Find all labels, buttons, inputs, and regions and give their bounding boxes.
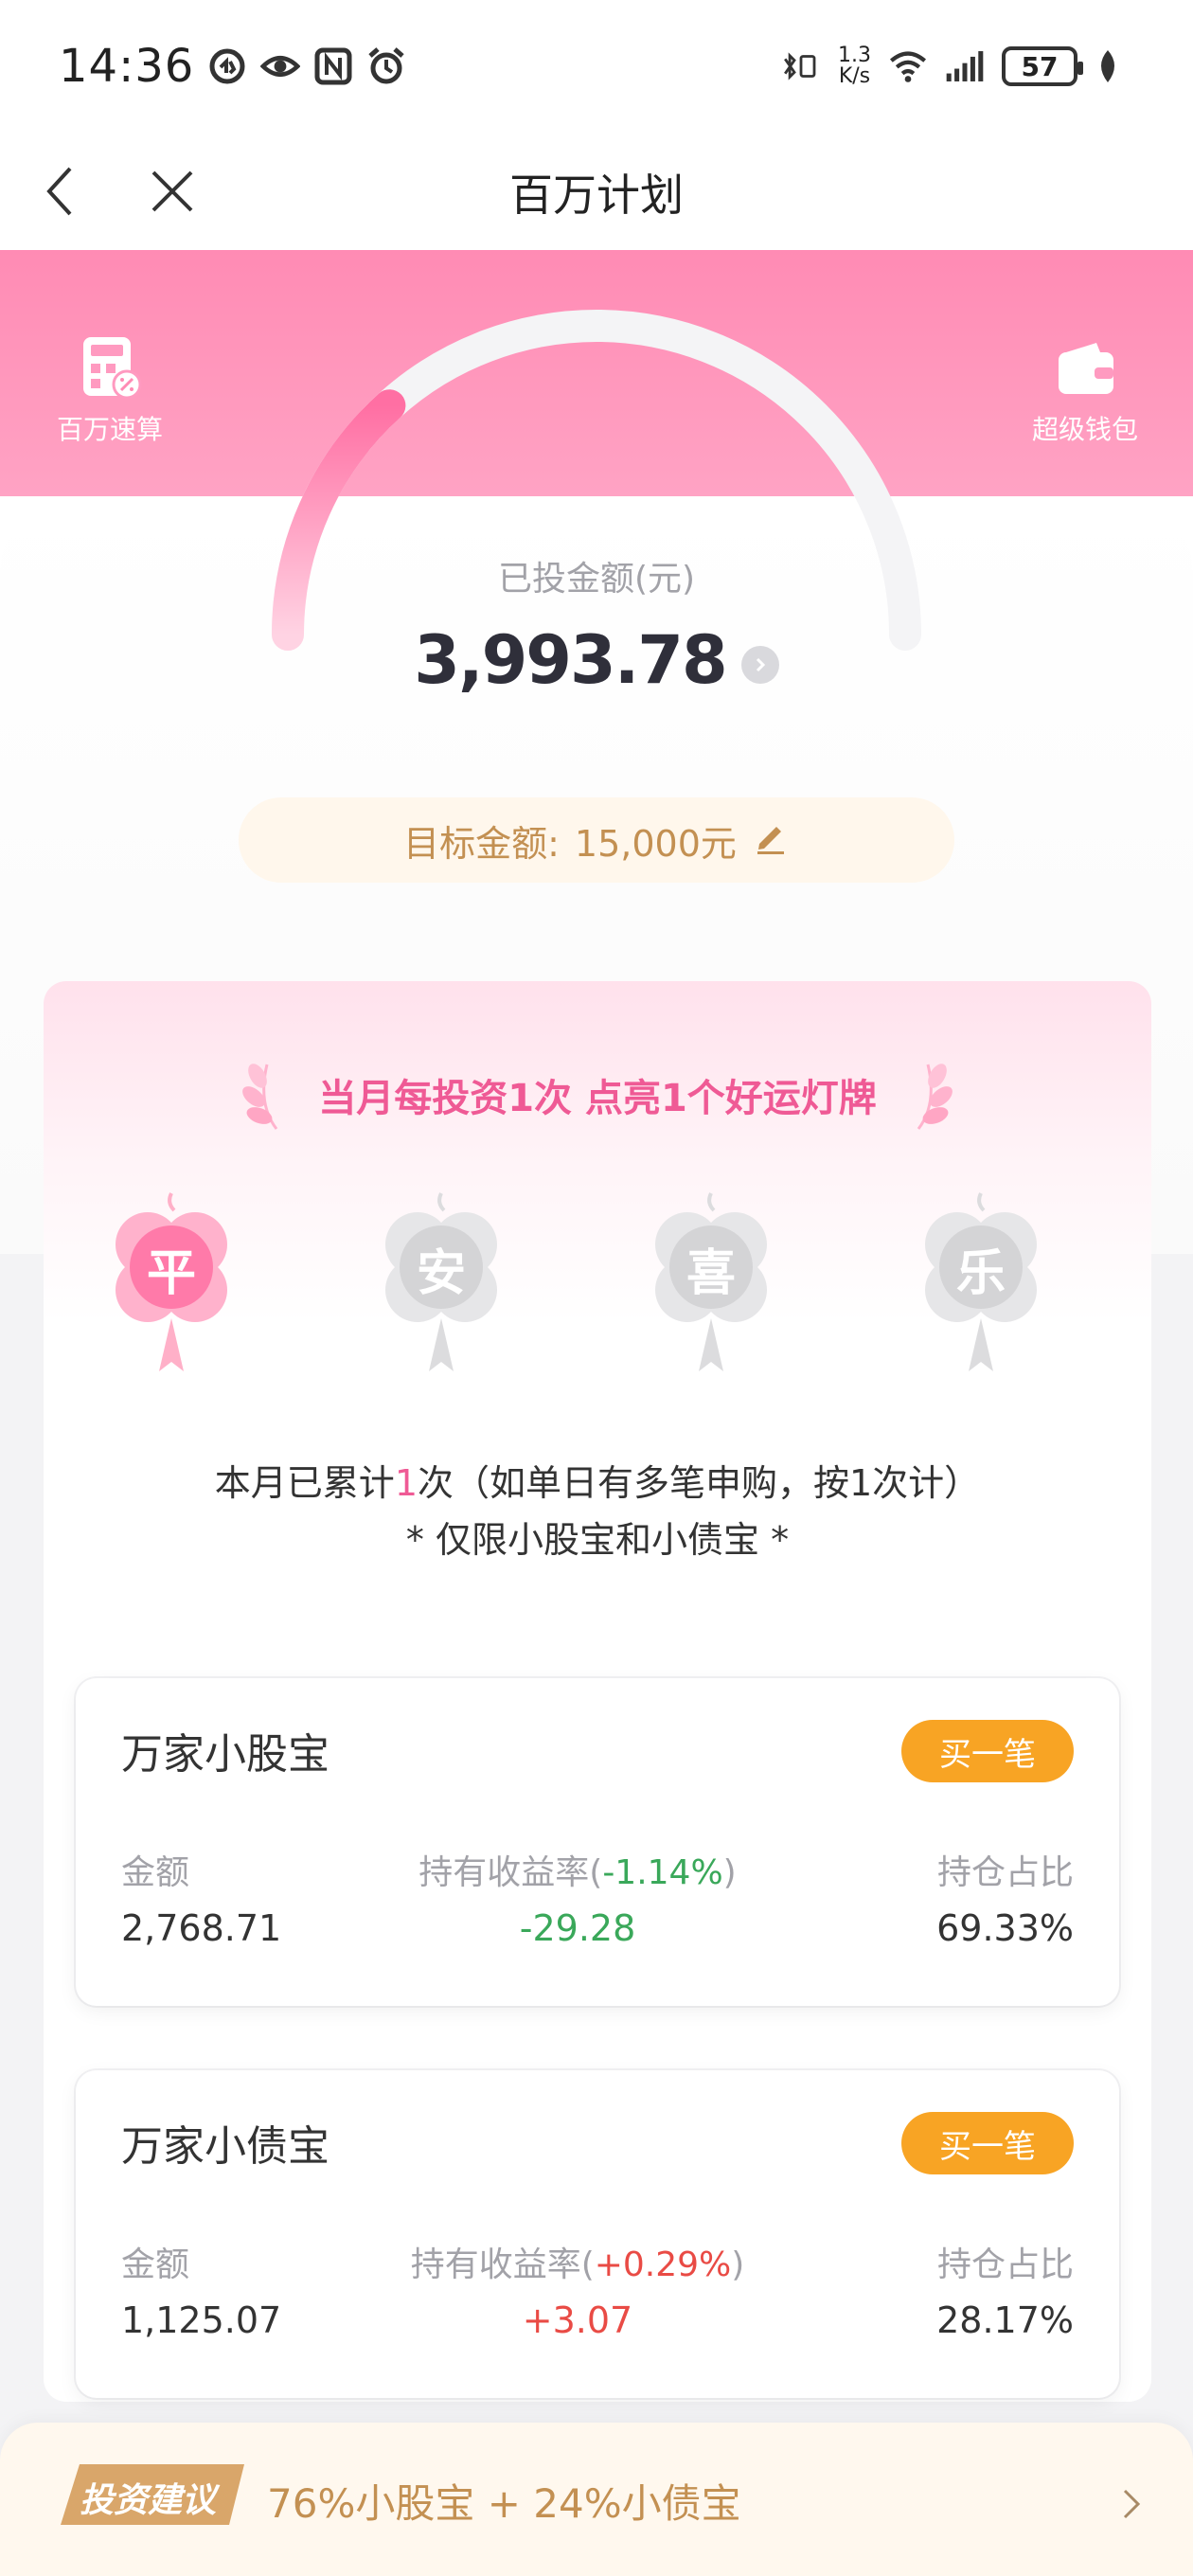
status-bar: 14:36 1.3 K/s 57 [0, 0, 1193, 133]
share-label: 持仓占比 [936, 1853, 1074, 1892]
fund-return-col: 持有收益率(+0.29%) +3.07 [379, 2237, 776, 2341]
return-rate: -1.14% [602, 1853, 723, 1892]
buy-button[interactable]: 买一笔 [901, 1720, 1074, 1782]
calculator-icon [78, 335, 142, 400]
lucky-charm-3: 喜 [640, 1186, 782, 1385]
note-count: 1 [394, 1462, 418, 1504]
edit-pencil-icon[interactable] [752, 817, 790, 864]
return-label-text: 持有收益率( [410, 2245, 595, 2284]
amount-value: 1,125.07 [121, 2299, 282, 2341]
wallet-icon [1053, 335, 1117, 400]
quick-calc-button[interactable]: 百万速算 [15, 335, 205, 447]
invested-amount: 3,993.78 [414, 621, 727, 699]
advice-tag-label: 投资建议 [80, 2481, 217, 2520]
share-value: 28.17% [936, 2299, 1074, 2341]
return-value: +3.07 [522, 2299, 633, 2341]
note-suffix: 次（如单日有多笔申购，按1次计） [418, 1462, 981, 1504]
return-label-close: ) [722, 1853, 737, 1892]
page-title: 百万计划 [509, 170, 684, 221]
share-label: 持仓占比 [936, 2245, 1074, 2284]
laurel-left-icon [239, 1057, 290, 1133]
buy-button[interactable]: 买一笔 [901, 2112, 1074, 2174]
app-notification-icon [207, 46, 247, 86]
return-rate: +0.29% [594, 2245, 732, 2284]
return-value: -29.28 [519, 1907, 636, 1949]
lucky-charm-4: 乐 [910, 1186, 1052, 1385]
lucky-charm-char: 安 [416, 1245, 466, 1302]
target-label: 目标金额: [403, 822, 560, 865]
invested-label: 已投金额(元) [497, 560, 696, 599]
wifi-icon [888, 46, 928, 86]
fund-name: 万家小债宝 [121, 2122, 329, 2171]
charms-row: 平安喜乐 [44, 1186, 1151, 1394]
return-label: 持有收益率(-1.14%) [379, 1845, 776, 1894]
fund-card-stock[interactable]: 万家小股宝 买一笔 金额 2,768.71 持有收益率(-1.14%) -29.… [76, 1678, 1119, 2006]
amount-value: 2,768.71 [121, 1907, 282, 1949]
advice-text: 76%小股宝 + 24%小债宝 [267, 2480, 741, 2527]
fund-share-col: 持仓占比 28.17% [936, 2237, 1074, 2341]
return-label-text: 持有收益率( [418, 1853, 603, 1892]
amount-label: 金额 [121, 2245, 190, 2284]
laurel-right-icon [905, 1057, 956, 1133]
fund-amount-col: 金额 1,125.07 [121, 2237, 281, 2341]
net-speed-unit: K/s [838, 64, 871, 88]
status-time: 14:36 [59, 40, 195, 93]
chevron-right-icon [1112, 2485, 1149, 2523]
lucky-note-line2: * 仅限小股宝和小债宝 * [405, 1519, 790, 1561]
eye-icon [260, 46, 301, 86]
lucky-note-line1: 本月已累计1次（如单日有多笔申购，按1次计） [44, 1455, 1151, 1512]
investment-advice-bar[interactable]: 投资建议 76%小股宝 + 24%小债宝 [0, 2423, 1193, 2576]
fund-share-col: 持仓占比 69.33% [936, 1845, 1074, 1949]
net-speed-value: 1.3 [838, 44, 871, 67]
fund-card-bond[interactable]: 万家小债宝 买一笔 金额 1,125.07 持有收益率(+0.29%) +3.0… [76, 2070, 1119, 2398]
hero-section: 百万速算 超级钱包 已投金额(元) 3,993.78 目标金额: 15,000元 [0, 250, 1193, 1254]
invested-amount-row[interactable]: 3,993.78 [0, 621, 1193, 699]
battery-indicator: 57 [1002, 46, 1083, 86]
amount-label: 金额 [121, 1853, 190, 1892]
fund-return-col: 持有收益率(-1.14%) -29.28 [379, 1845, 776, 1949]
lucky-charm-2: 安 [370, 1186, 512, 1385]
lucky-charm-1: 平 [100, 1186, 242, 1385]
alarm-icon [366, 46, 406, 86]
lucky-title: 当月每投资1次 点亮1个好运灯牌 [318, 1077, 877, 1120]
lucky-charm-char: 平 [146, 1245, 196, 1302]
bluetooth-vibrate-icon [781, 46, 821, 86]
super-wallet-label: 超级钱包 [1031, 414, 1138, 445]
lucky-note: 本月已累计1次（如单日有多笔申购，按1次计） * 仅限小股宝和小债宝 * [44, 1455, 1151, 1568]
lucky-title-row: 当月每投资1次 点亮1个好运灯牌 [44, 1057, 1151, 1133]
nfc-icon [313, 46, 353, 86]
fund-name: 万家小股宝 [121, 1730, 329, 1779]
signal-icon [945, 46, 985, 86]
note-prefix: 本月已累计 [214, 1462, 395, 1504]
target-amount-pill[interactable]: 目标金额: 15,000元 [239, 797, 954, 883]
network-speed: 1.3 K/s [838, 45, 871, 87]
target-amount: 15,000元 [574, 822, 737, 865]
lucky-charm-char: 乐 [955, 1245, 1006, 1302]
share-value: 69.33% [936, 1907, 1074, 1949]
chevron-right-icon [740, 646, 779, 684]
fund-amount-col: 金额 2,768.71 [121, 1845, 281, 1949]
return-label: 持有收益率(+0.29%) [379, 2237, 776, 2286]
return-label-close: ) [731, 2245, 745, 2284]
quick-calc-label: 百万速算 [56, 414, 163, 445]
lucky-charm-char: 喜 [686, 1245, 736, 1302]
super-wallet-button[interactable]: 超级钱包 [990, 335, 1180, 447]
nav-bar: 百万计划 [0, 133, 1193, 250]
leaf-icon [1095, 46, 1134, 86]
